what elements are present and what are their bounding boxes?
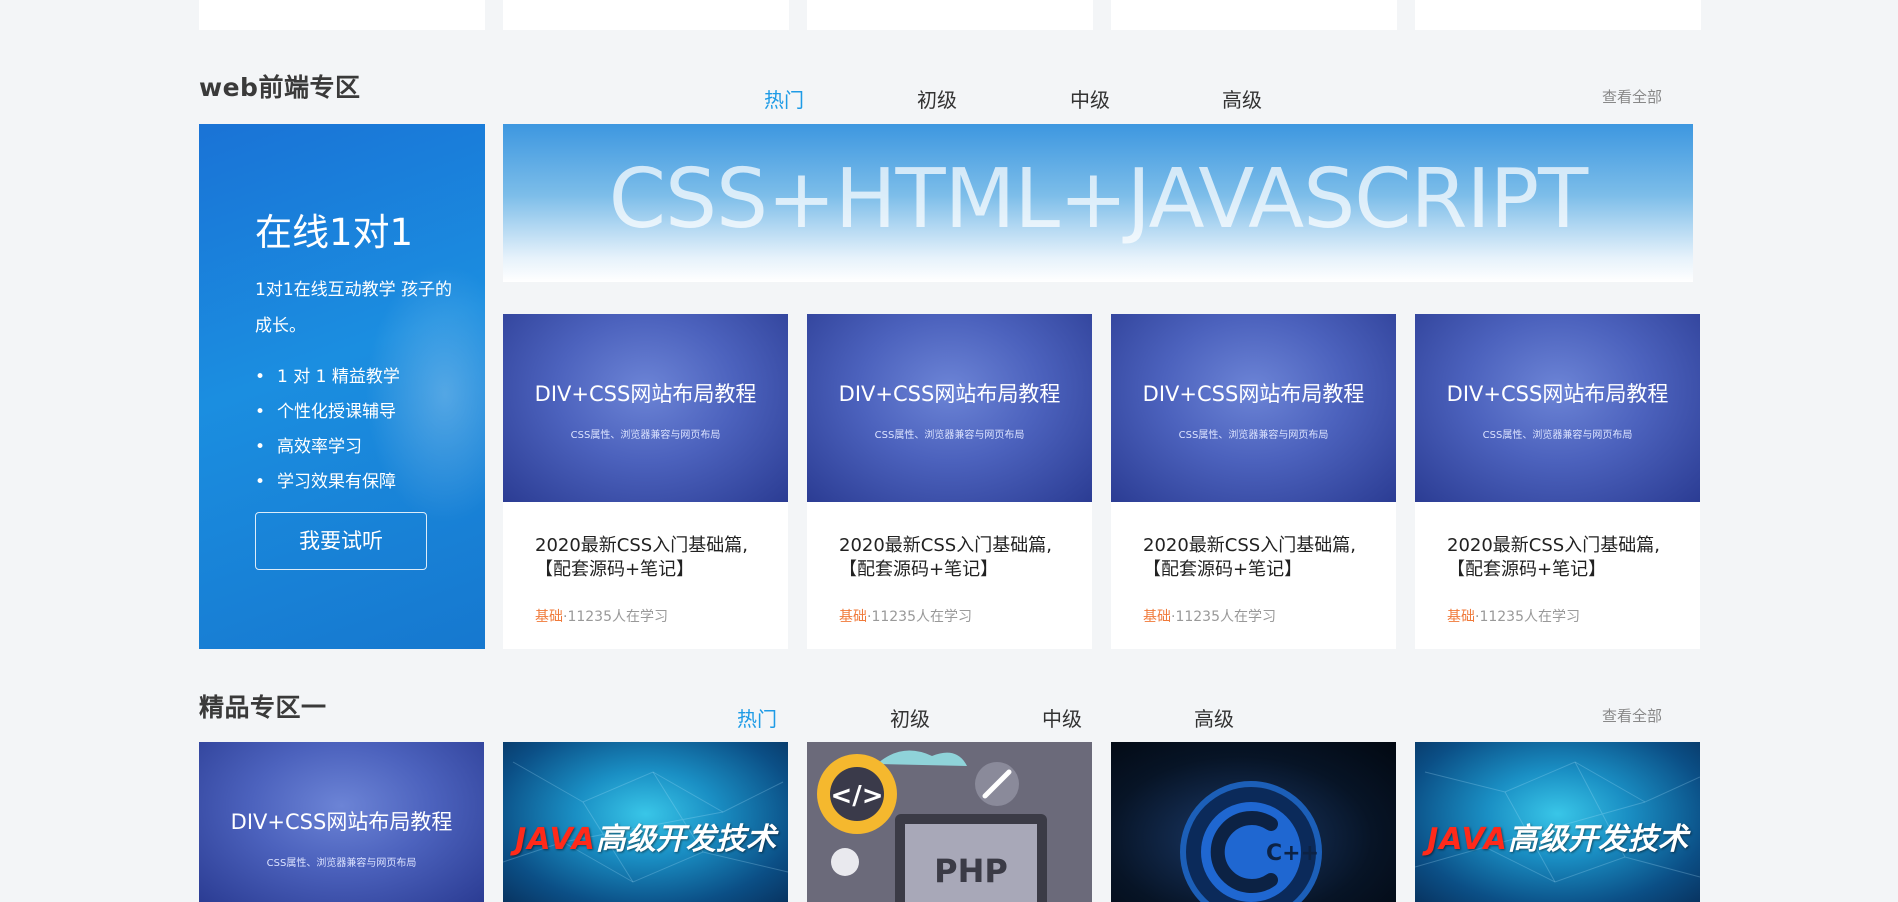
course-meta: 基础·11235人在学习: [839, 606, 972, 626]
prev-section-card[interactable]: [199, 0, 485, 30]
tab-beginner[interactable]: 初级: [890, 703, 930, 732]
course-title[interactable]: 2020最新CSS入门基础篇,【配套源码+笔记】: [535, 534, 775, 582]
prev-section-card[interactable]: [807, 0, 1093, 30]
thumb-subtitle: CSS属性、浏览器兼容与网页布局: [570, 430, 721, 441]
thumb-title: DIV+CSS网站布局教程: [534, 382, 757, 406]
thumb-subtitle: CSS属性、浏览器兼容与网页布局: [1178, 430, 1329, 441]
course-title[interactable]: 2020最新CSS入门基础篇,【配套源码+笔记】: [1447, 534, 1687, 582]
course-level: 基础: [535, 609, 563, 625]
promo-bullet: 高效率学习: [255, 430, 400, 465]
java-latin: JAVA: [515, 822, 596, 857]
php-label: PHP: [934, 852, 1008, 890]
tab-hot[interactable]: 热门: [737, 703, 777, 732]
tab-intermediate[interactable]: 中级: [1042, 703, 1082, 732]
tab-beginner[interactable]: 初级: [917, 84, 957, 113]
promo-description: 1对1在线互动教学 孩子的成长。: [255, 280, 453, 336]
promo-bullet-list: 1 对 1 精益教学 个性化授课辅导 高效率学习 学习效果有保障: [255, 360, 400, 500]
course-card[interactable]: DIV+CSS网站布局教程 CSS属性、浏览器兼容与网页布局 2020最新CSS…: [1415, 314, 1700, 649]
php-illustration: </> PHP: [817, 750, 1047, 902]
course-learners: ·11235人在学习: [563, 609, 668, 625]
promo-bullet: 学习效果有保障: [255, 465, 400, 500]
course-title[interactable]: 2020最新CSS入门基础篇,【配套源码+笔记】: [1143, 534, 1383, 582]
tab-hot[interactable]: 热门: [764, 84, 804, 113]
course-title[interactable]: 2020最新CSS入门基础篇,【配套源码+笔记】: [839, 534, 1079, 582]
tab-advanced[interactable]: 高级: [1194, 703, 1234, 732]
course-thumbnail[interactable]: DIV+CSS网站布局教程 CSS属性、浏览器兼容与网页布局: [1111, 314, 1396, 502]
section-title-web: web前端专区: [199, 73, 361, 102]
java-thumb-text: JAVA高级开发技术: [1415, 814, 1700, 858]
course-level: 基础: [1143, 609, 1171, 625]
wrench-icon: [975, 762, 1019, 806]
course-thumbnail-java[interactable]: JAVA高级开发技术: [1415, 742, 1700, 902]
view-all-link[interactable]: 查看全部: [1602, 86, 1662, 107]
gear-icon: </>: [817, 754, 897, 834]
thumb-subtitle: CSS属性、浏览器兼容与网页布局: [874, 430, 1025, 441]
cpp-label: C++: [1266, 841, 1319, 866]
course-thumbnail-div-css[interactable]: DIV+CSS网站布局教程 CSS属性、浏览器兼容与网页布局: [199, 742, 484, 902]
course-thumbnail-java[interactable]: JAVA高级开发技术: [503, 742, 788, 902]
promo-bullet: 个性化授课辅导: [255, 395, 400, 430]
thumb-subtitle: CSS属性、浏览器兼容与网页布局: [266, 858, 417, 869]
promo-bullet: 1 对 1 精益教学: [255, 360, 400, 395]
thumb-title: DIV+CSS网站布局教程: [838, 382, 1061, 406]
cpp-logo: C++: [1180, 781, 1322, 902]
thumb-title: DIV+CSS网站布局教程: [230, 810, 453, 834]
course-thumbnail-php[interactable]: </> PHP: [807, 742, 1092, 902]
section-title-premium: 精品专区一: [199, 693, 327, 722]
course-learners: ·11235人在学习: [867, 609, 972, 625]
prev-section-card[interactable]: [1111, 0, 1397, 30]
java-cn: 高级开发技术: [595, 822, 776, 857]
view-all-link[interactable]: 查看全部: [1602, 705, 1662, 726]
course-meta: 基础·11235人在学习: [535, 606, 668, 626]
thumb-subtitle: CSS属性、浏览器兼容与网页布局: [1482, 430, 1633, 441]
svg-text:</>: </>: [830, 781, 883, 811]
lightbulb-icon: [831, 848, 859, 876]
course-meta: 基础·11235人在学习: [1447, 606, 1580, 626]
tab-intermediate[interactable]: 中级: [1070, 84, 1110, 113]
course-meta: 基础·11235人在学习: [1143, 606, 1276, 626]
java-thumb-text: JAVA高级开发技术: [503, 814, 788, 858]
course-thumbnail-cpp[interactable]: C++: [1111, 742, 1396, 902]
course-level: 基础: [839, 609, 867, 625]
course-learners: ·11235人在学习: [1475, 609, 1580, 625]
prev-section-card[interactable]: [1415, 0, 1701, 30]
thumb-title: DIV+CSS网站布局教程: [1142, 382, 1365, 406]
promo-panel[interactable]: 在线1对1 1对1在线互动教学 孩子的成长。 1 对 1 精益教学 个性化授课辅…: [199, 124, 485, 649]
course-thumbnail[interactable]: DIV+CSS网站布局教程 CSS属性、浏览器兼容与网页布局: [1415, 314, 1700, 502]
tab-advanced[interactable]: 高级: [1222, 84, 1262, 113]
trial-lesson-button[interactable]: 我要试听: [255, 512, 427, 570]
thumb-title: DIV+CSS网站布局教程: [1446, 382, 1669, 406]
course-card[interactable]: DIV+CSS网站布局教程 CSS属性、浏览器兼容与网页布局 2020最新CSS…: [503, 314, 788, 649]
java-latin: JAVA: [1427, 822, 1508, 857]
prev-section-card[interactable]: [503, 0, 789, 30]
promo-title: 在线1对1: [255, 211, 414, 254]
course-thumbnail[interactable]: DIV+CSS网站布局教程 CSS属性、浏览器兼容与网页布局: [807, 314, 1092, 502]
course-level: 基础: [1447, 609, 1475, 625]
course-thumbnail[interactable]: DIV+CSS网站布局教程 CSS属性、浏览器兼容与网页布局: [503, 314, 788, 502]
course-learners: ·11235人在学习: [1171, 609, 1276, 625]
java-cn: 高级开发技术: [1507, 822, 1688, 857]
course-card[interactable]: DIV+CSS网站布局教程 CSS属性、浏览器兼容与网页布局 2020最新CSS…: [807, 314, 1092, 649]
banner-text: CSS+HTML+JAVASCRIPT: [608, 152, 1589, 247]
web-banner[interactable]: CSS+HTML+JAVASCRIPT: [503, 124, 1693, 282]
course-card[interactable]: DIV+CSS网站布局教程 CSS属性、浏览器兼容与网页布局 2020最新CSS…: [1111, 314, 1396, 649]
